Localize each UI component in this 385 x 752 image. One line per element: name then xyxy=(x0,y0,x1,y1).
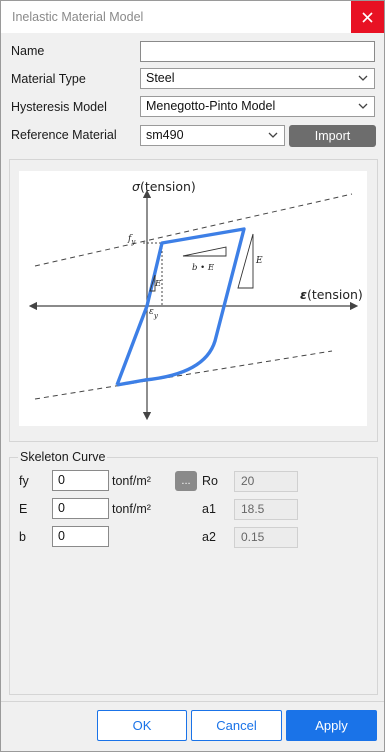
close-icon xyxy=(362,11,373,23)
window-title: Inelastic Material Model xyxy=(12,10,144,24)
ey-label: εy xyxy=(149,307,159,320)
a1-input: 18.5 xyxy=(234,499,298,520)
E-label-small: E xyxy=(154,279,162,289)
fy-unit: tonf/m² xyxy=(112,474,151,488)
reference-material-value: sm490 xyxy=(146,128,184,142)
more-options-button[interactable]: ... xyxy=(175,471,197,491)
reference-material-label: Reference Material xyxy=(11,128,117,142)
material-type-label: Material Type xyxy=(11,72,86,86)
ok-button[interactable]: OK xyxy=(97,710,187,741)
chevron-down-icon xyxy=(358,75,368,81)
reference-material-select[interactable]: sm490 xyxy=(140,125,285,146)
title-bar: Inelastic Material Model xyxy=(1,1,384,33)
diagram-group: σ(tension) ε(tension) fy εy b • E E E xyxy=(9,159,378,442)
fy-input[interactable]: 0 xyxy=(52,470,109,491)
chevron-down-icon xyxy=(268,132,278,138)
a2-label: a2 xyxy=(202,530,216,544)
import-button[interactable]: Import xyxy=(289,125,376,147)
hysteresis-diagram: σ(tension) ε(tension) fy εy b • E E E xyxy=(19,171,367,426)
cancel-button[interactable]: Cancel xyxy=(191,710,282,741)
fy-label: fy xyxy=(127,234,136,246)
skeleton-curve-title: Skeleton Curve xyxy=(18,450,108,464)
x-axis-label: ε(tension) xyxy=(300,287,363,302)
a1-label: a1 xyxy=(202,502,216,516)
bE-slope-triangle xyxy=(182,246,227,257)
ro-input: 20 xyxy=(234,471,298,492)
b-input[interactable]: 0 xyxy=(52,526,109,547)
E-label-large: E xyxy=(255,256,263,266)
inelastic-material-model-dialog: Inelastic Material Model Name Material T… xyxy=(0,0,385,752)
chevron-down-icon xyxy=(358,103,368,109)
hysteresis-model-select[interactable]: Menegotto-Pinto Model xyxy=(140,96,375,117)
name-input[interactable] xyxy=(140,41,375,62)
e-unit: tonf/m² xyxy=(112,502,151,516)
hysteresis-model-label: Hysteresis Model xyxy=(11,100,107,114)
apply-button[interactable]: Apply xyxy=(286,710,377,741)
lower-skeleton-line xyxy=(34,350,333,400)
skeleton-curve-group xyxy=(9,457,378,695)
e-label-field: E xyxy=(19,502,28,516)
b-label-field: b xyxy=(19,530,26,544)
hysteresis-model-value: Menegotto-Pinto Model xyxy=(146,99,276,113)
y-axis-label: σ(tension) xyxy=(132,179,196,194)
e-input[interactable]: 0 xyxy=(52,498,109,519)
bE-label: b • E xyxy=(192,263,215,273)
material-type-value: Steel xyxy=(146,71,175,85)
material-type-select[interactable]: Steel xyxy=(140,68,375,89)
footer-separator xyxy=(1,701,384,702)
close-button[interactable] xyxy=(351,1,384,33)
hysteresis-diagram-svg: σ(tension) ε(tension) fy εy b • E E E xyxy=(28,179,363,421)
fy-label-field: fy xyxy=(19,474,29,488)
upper-skeleton-line xyxy=(34,193,353,267)
hysteresis-loop xyxy=(115,227,246,387)
ro-label: Ro xyxy=(202,474,218,488)
name-label: Name xyxy=(11,44,45,58)
a2-input: 0.15 xyxy=(234,527,298,548)
